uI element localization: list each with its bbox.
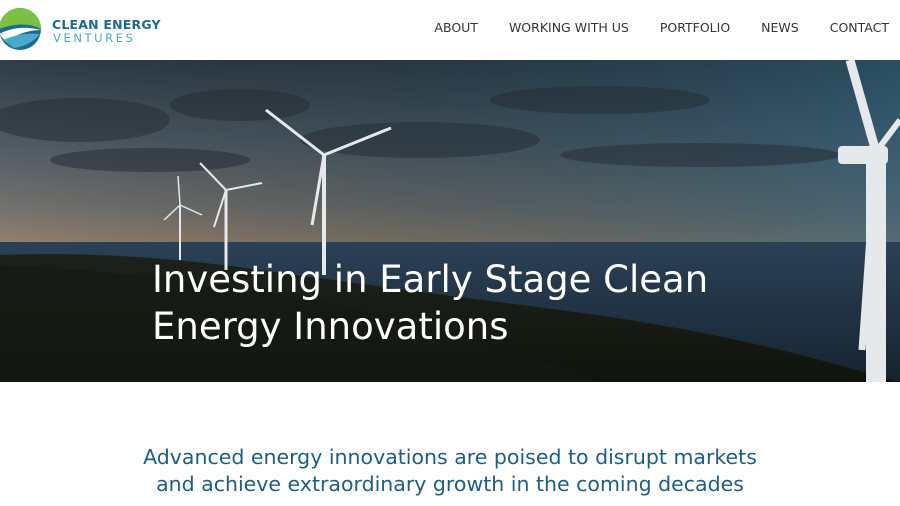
intro-line-2: and achieve extraordinary growth in the … — [156, 472, 744, 496]
site-header: CLEAN ENERGY VENTURES ABOUT WORKING WITH… — [0, 0, 900, 60]
brand-name-line1: CLEAN ENERGY — [52, 17, 161, 32]
intro-statement: Advanced energy innovations are poised t… — [0, 444, 900, 498]
nav-working-with-us[interactable]: WORKING WITH US — [509, 20, 629, 35]
nav-news[interactable]: NEWS — [761, 20, 799, 35]
brand-name-line2: VENTURES — [53, 31, 136, 45]
nav-contact[interactable]: CONTACT — [830, 20, 889, 35]
nav-about[interactable]: ABOUT — [434, 20, 478, 35]
logo-mark-icon — [0, 8, 41, 50]
hero-title: Investing in Early Stage Clean Energy In… — [152, 258, 709, 348]
nav-portfolio[interactable]: PORTFOLIO — [660, 20, 730, 35]
hero-banner: Investing in Early Stage Clean Energy In… — [0, 60, 900, 382]
intro-line-1: Advanced energy innovations are poised t… — [143, 445, 757, 469]
brand-logo[interactable]: CLEAN ENERGY VENTURES — [0, 4, 161, 54]
main-nav: ABOUT WORKING WITH US PORTFOLIO NEWS CON… — [403, 20, 889, 35]
